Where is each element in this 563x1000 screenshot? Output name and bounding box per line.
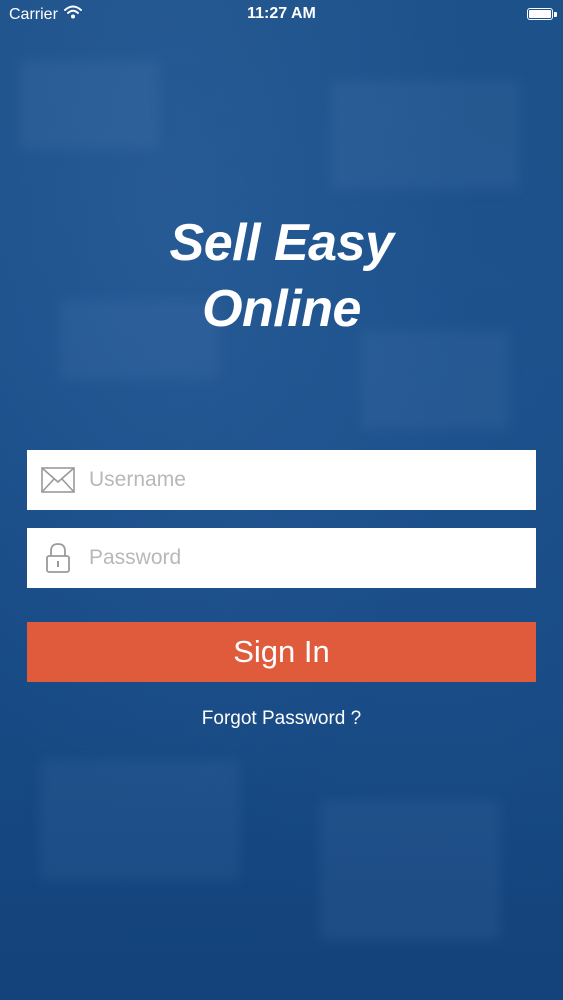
username-field[interactable] xyxy=(27,450,536,510)
status-bar: Carrier 11:27 AM xyxy=(0,0,563,30)
username-input[interactable] xyxy=(89,450,519,510)
background-texture xyxy=(20,60,160,150)
sign-in-button[interactable]: Sign In xyxy=(27,622,536,682)
app-title: Sell Easy Online xyxy=(0,210,563,342)
password-field[interactable] xyxy=(27,528,536,588)
background-texture xyxy=(40,760,240,880)
app-title-line2: Online xyxy=(202,280,361,338)
background-texture xyxy=(360,330,510,430)
background-texture xyxy=(320,800,500,940)
battery-tip xyxy=(554,12,557,17)
app-title-line1: Sell Easy xyxy=(169,214,394,272)
status-time: 11:27 AM xyxy=(247,5,316,22)
lock-icon xyxy=(27,528,89,588)
background-texture xyxy=(330,80,520,190)
envelope-icon xyxy=(27,450,89,510)
battery-icon xyxy=(527,8,553,20)
forgot-password-link[interactable]: Forgot Password ? xyxy=(0,708,563,730)
login-screen: Carrier 11:27 AM Sell Easy Online Userna… xyxy=(0,0,563,1000)
password-input[interactable] xyxy=(89,528,519,588)
battery-fill xyxy=(529,10,551,18)
